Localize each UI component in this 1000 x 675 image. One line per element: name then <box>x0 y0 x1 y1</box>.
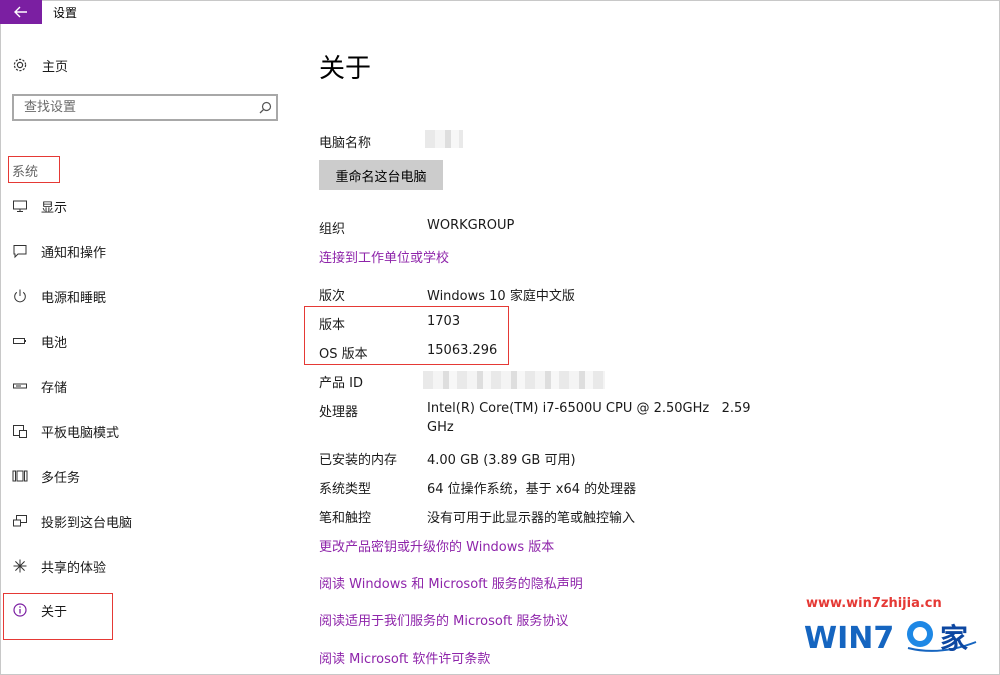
section-label-system: 系统 <box>8 156 60 183</box>
version-value: 1703 <box>427 314 461 329</box>
sidebar-item-label: 电源和睡眠 <box>41 290 107 306</box>
sidebar-item-notifications[interactable]: 通知和操作 <box>12 240 106 262</box>
ram-label: 已安装的内存 <box>319 453 398 468</box>
search-input[interactable] <box>14 95 254 120</box>
back-button[interactable] <box>0 0 42 24</box>
watermark-logo-suffix: 家 <box>940 622 968 655</box>
sidebar-item-label: 多任务 <box>41 470 81 486</box>
pen-touch-label: 笔和触控 <box>319 511 372 526</box>
power-icon <box>12 288 28 304</box>
sidebar-item-label: 投影到这台电脑 <box>41 515 133 531</box>
processor-value-line2: GHz <box>427 420 454 435</box>
sidebar-item-label: 电池 <box>41 335 68 351</box>
os-build-label: OS 版本 <box>319 347 368 362</box>
sidebar-item-storage[interactable]: 存储 <box>12 375 67 397</box>
sidebar-item-tablet-mode[interactable]: 平板电脑模式 <box>12 420 119 442</box>
watermark-logo: WIN7 家 <box>804 621 977 656</box>
info-icon <box>12 602 28 618</box>
sidebar-item-about[interactable]: 关于 <box>12 599 67 621</box>
page-title: 关于 <box>319 54 372 84</box>
sidebar-item-battery[interactable]: 电池 <box>12 330 67 352</box>
sidebar-home[interactable]: 主页 <box>12 54 68 76</box>
product-id-label: 产品 ID <box>319 376 363 391</box>
rename-pc-button[interactable]: 重命名这台电脑 <box>319 160 443 190</box>
watermark-logo-text: WIN7 <box>804 621 894 656</box>
battery-icon <box>12 333 28 349</box>
shared-experience-icon <box>12 558 28 574</box>
tablet-mode-icon <box>12 423 28 439</box>
services-agreement-link[interactable]: 阅读适用于我们服务的 Microsoft 服务协议 <box>319 610 568 629</box>
license-terms-link[interactable]: 阅读 Microsoft 软件许可条款 <box>319 648 490 667</box>
sidebar-item-display[interactable]: 显示 <box>12 195 67 217</box>
system-type-value: 64 位操作系统，基于 x64 的处理器 <box>427 482 637 497</box>
processor-label: 处理器 <box>319 405 359 420</box>
home-label: 主页 <box>42 59 69 75</box>
sidebar-item-power[interactable]: 电源和睡眠 <box>12 285 106 307</box>
projection-icon <box>12 513 28 529</box>
watermark-url: www.win7zhijia.cn <box>806 596 942 611</box>
monitor-icon <box>12 198 28 214</box>
search-box[interactable] <box>12 94 278 121</box>
processor-value-line1: Intel(R) Core(TM) i7-6500U CPU @ 2.50GHz… <box>427 401 751 416</box>
version-label: 版本 <box>319 318 346 333</box>
sidebar-item-label: 显示 <box>41 200 68 216</box>
gear-icon <box>13 58 27 72</box>
change-product-key-link[interactable]: 更改产品密钥或升级你的 Windows 版本 <box>319 536 554 555</box>
edition-value: Windows 10 家庭中文版 <box>427 289 575 304</box>
sidebar-item-label: 关于 <box>41 604 68 620</box>
sidebar-item-label: 共享的体验 <box>41 560 107 576</box>
sidebar-item-label: 通知和操作 <box>41 245 107 261</box>
privacy-statement-link[interactable]: 阅读 Windows 和 Microsoft 服务的隐私声明 <box>319 573 583 592</box>
org-value: WORKGROUP <box>427 218 515 233</box>
pc-name-value-redacted <box>425 130 463 148</box>
system-type-label: 系统类型 <box>319 482 372 497</box>
sidebar-item-label: 平板电脑模式 <box>41 425 120 441</box>
connect-work-school-link[interactable]: 连接到工作单位或学校 <box>319 247 449 266</box>
os-build-value: 15063.296 <box>427 343 498 358</box>
back-arrow-icon <box>14 6 27 18</box>
pen-touch-value: 没有可用于此显示器的笔或触控输入 <box>427 511 636 526</box>
storage-icon <box>12 378 28 394</box>
edition-label: 版次 <box>319 289 346 304</box>
sidebar-item-shared-experiences[interactable]: 共享的体验 <box>12 555 106 577</box>
multitask-icon <box>12 468 28 484</box>
org-label: 组织 <box>319 222 346 237</box>
sidebar-item-project[interactable]: 投影到这台电脑 <box>12 510 132 532</box>
window-title: 设置 <box>53 6 78 20</box>
notification-icon <box>12 243 28 259</box>
sidebar-item-multitasking[interactable]: 多任务 <box>12 465 80 487</box>
ram-value: 4.00 GB (3.89 GB 可用) <box>427 453 576 468</box>
sidebar-item-label: 存储 <box>41 380 68 396</box>
product-id-value-redacted <box>423 371 605 389</box>
search-icon[interactable] <box>254 101 276 114</box>
pc-name-label: 电脑名称 <box>319 136 372 151</box>
